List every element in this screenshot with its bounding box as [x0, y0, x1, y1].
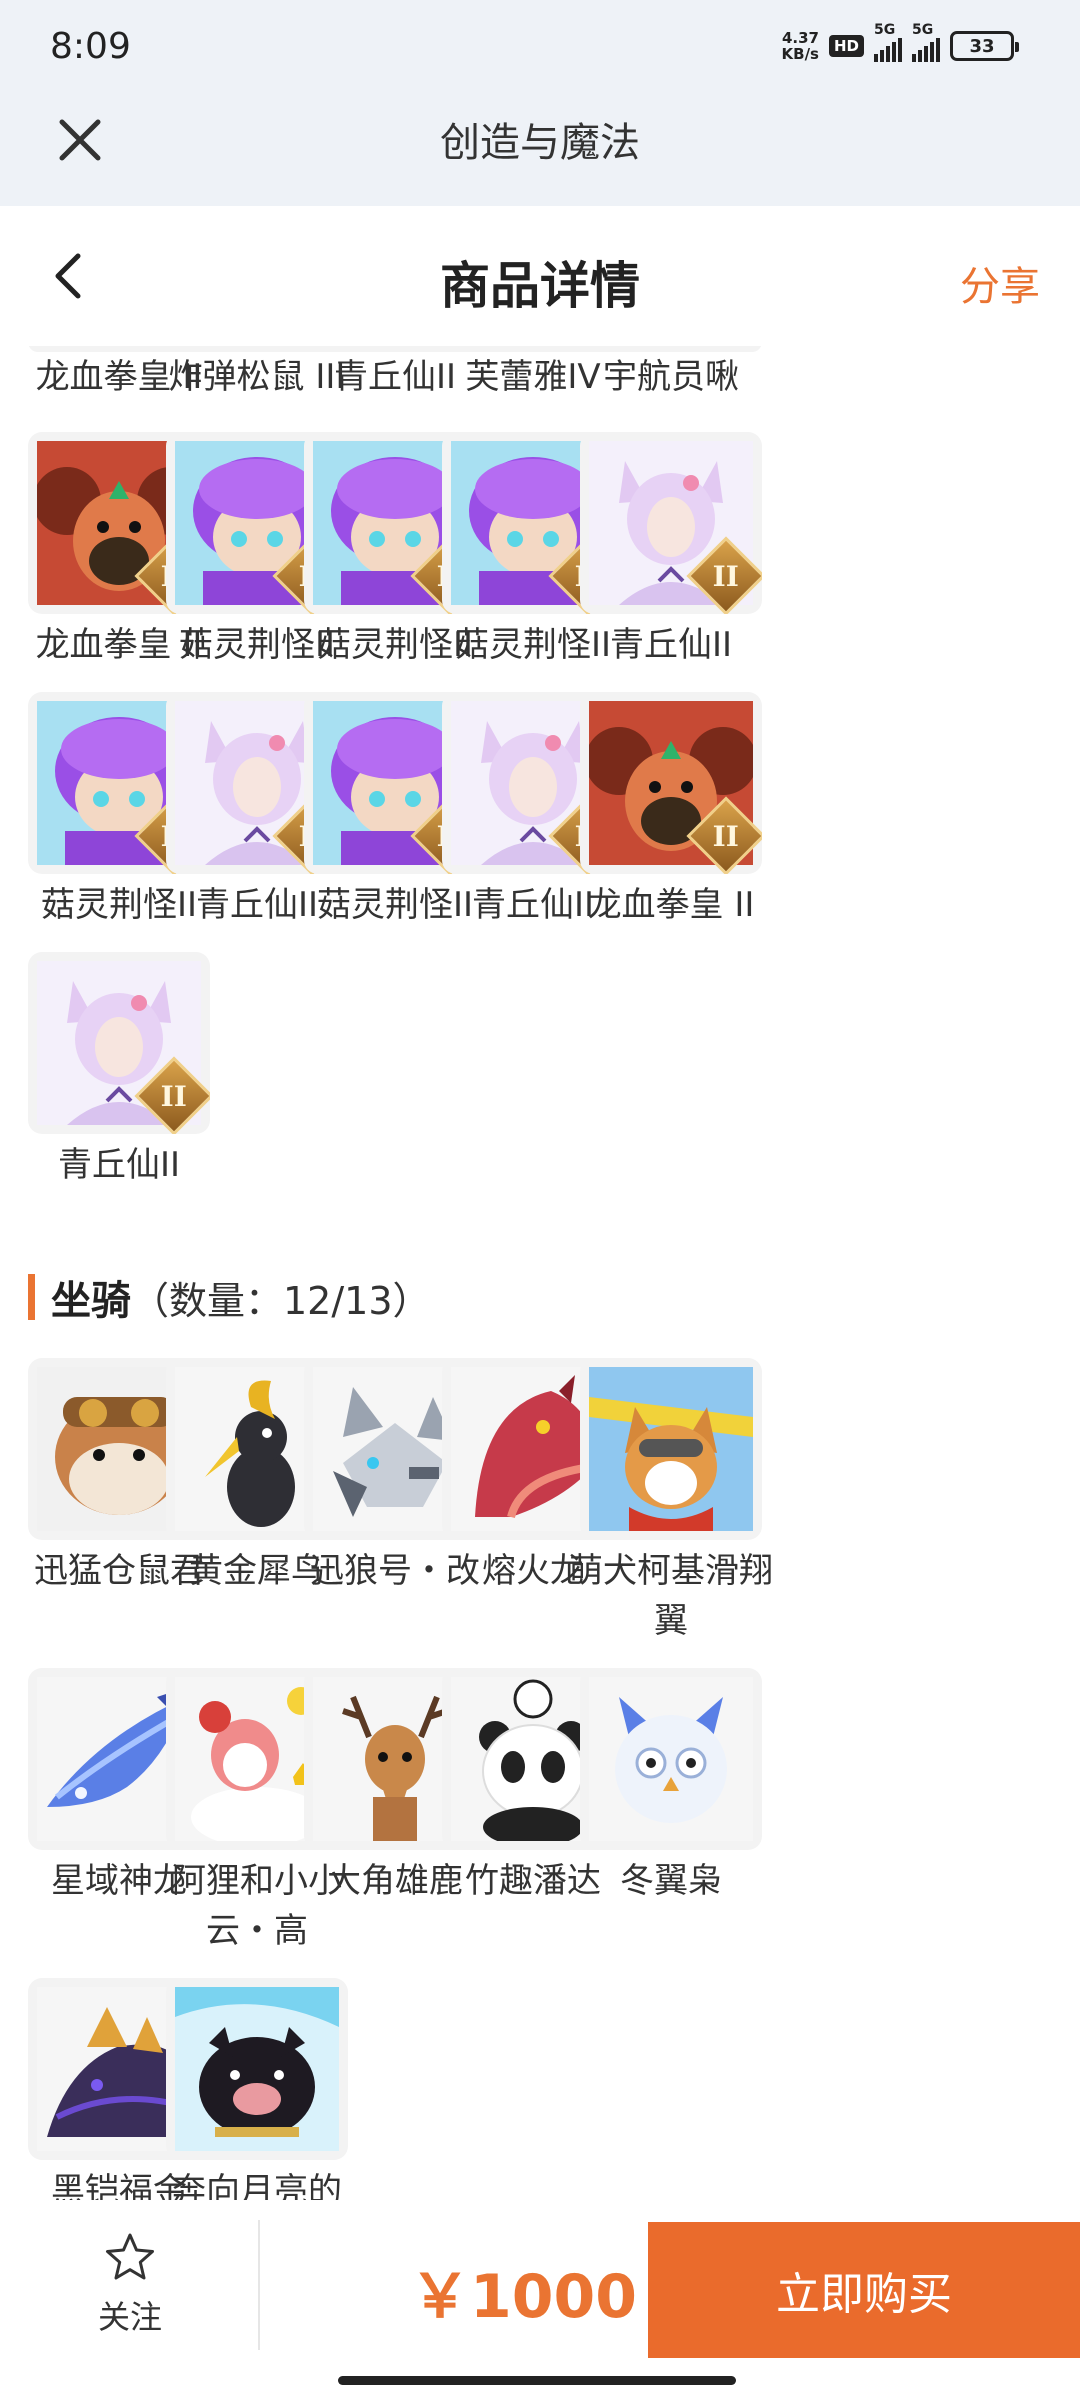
signal-icon-2: 5G — [912, 22, 940, 62]
level-badge-text: II — [712, 559, 740, 593]
follow-button[interactable]: 关注 — [60, 2230, 200, 2338]
pet-thumbnail: II — [580, 432, 762, 614]
status-bar: 8:09 4.37 KB/s HD 5G 5G 33 — [0, 0, 1080, 90]
signal-label: 5G — [874, 22, 896, 38]
pet-thumbnail — [580, 346, 762, 352]
network-speed-unit: KB/s — [781, 45, 819, 63]
signal-label-2: 5G — [912, 22, 934, 38]
mount-label: 萌犬柯基滑翔翼 — [569, 1551, 773, 1641]
battery-icon: 33 — [950, 31, 1019, 61]
share-button[interactable]: 分享 — [960, 254, 1040, 312]
page-title: 商品详情 — [440, 257, 640, 315]
webview-header: 创造与魔法 — [0, 90, 1080, 206]
hd-icon: HD — [828, 35, 864, 57]
mount-label: 奔向月亮的 — [172, 2171, 342, 2200]
section-accent-bar — [28, 1274, 35, 1320]
pet-label: 青丘仙II — [609, 625, 733, 665]
bottom-action-bar: 关注 ￥1000 立即购买 — [0, 2200, 1080, 2400]
home-indicator[interactable] — [338, 2376, 736, 2385]
pet-item[interactable]: 宇航员啾 — [580, 346, 762, 402]
star-icon — [106, 2233, 154, 2280]
page-nav: 商品详情 分享 — [0, 206, 1080, 346]
webview-title: 创造与魔法 — [440, 120, 640, 166]
mount-label: 冬翼枭 — [620, 1861, 722, 1901]
mount-item[interactable]: 冬翼枭 — [580, 1668, 762, 1906]
pet-item[interactable]: II 青丘仙II — [580, 432, 762, 670]
signal-icon: 5G — [874, 22, 902, 62]
level-badge-text: II — [712, 819, 740, 853]
mount-item[interactable]: 萌犬柯基滑翔翼 — [569, 1358, 773, 1646]
level-badge-text: II — [160, 1079, 188, 1113]
mount-section-header: 坐骑 （数量：12/13） — [28, 1268, 431, 1326]
pet-thumbnail: II — [28, 952, 210, 1134]
pet-item[interactable]: II 龙血拳皇 II — [580, 692, 762, 930]
divider — [258, 2220, 260, 2350]
status-time: 8:09 — [50, 26, 131, 67]
section-count: （数量：12/13） — [131, 1278, 431, 1323]
follow-label: 关注 — [97, 2298, 162, 2336]
status-icons: 4.37 KB/s HD 5G 5G 33 — [782, 22, 1019, 62]
pet-item[interactable]: II 青丘仙II — [28, 952, 210, 1190]
mount-thumbnail — [580, 1358, 762, 1540]
network-speed-value: 4.37 — [781, 29, 819, 47]
pet-label: 龙血拳皇 II — [587, 885, 755, 925]
mount-item[interactable]: 奔向月亮的 — [166, 1978, 348, 2200]
mount-thumbnail — [580, 1668, 762, 1850]
section-title: 坐骑 — [51, 1278, 131, 1324]
mount-thumbnail — [166, 1978, 348, 2160]
pet-thumbnail: II — [580, 692, 762, 874]
buy-now-button[interactable]: 立即购买 — [648, 2222, 1080, 2358]
pet-label: 青丘仙II — [57, 1145, 181, 1185]
pet-label: 宇航员啾 — [603, 357, 739, 397]
network-speed: 4.37 KB/s — [782, 30, 819, 62]
price: ￥1000 — [410, 2262, 637, 2332]
product-content[interactable]: 龙血拳皇 II炸弹松鼠 III青丘仙II芙蕾雅IV宇航员啾 II龙血拳皇 III… — [0, 346, 1080, 2200]
